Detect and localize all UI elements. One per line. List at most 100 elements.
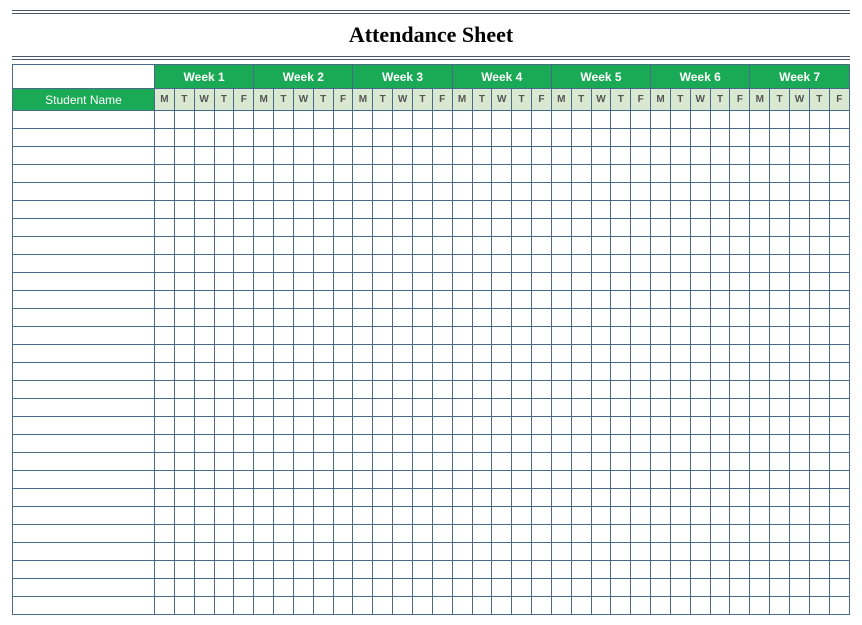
attendance-cell[interactable] xyxy=(611,543,631,561)
attendance-cell[interactable] xyxy=(313,381,333,399)
attendance-cell[interactable] xyxy=(393,435,413,453)
attendance-cell[interactable] xyxy=(551,327,571,345)
attendance-cell[interactable] xyxy=(234,363,254,381)
attendance-cell[interactable] xyxy=(651,309,671,327)
attendance-cell[interactable] xyxy=(492,201,512,219)
attendance-cell[interactable] xyxy=(611,525,631,543)
attendance-cell[interactable] xyxy=(353,561,373,579)
attendance-cell[interactable] xyxy=(353,489,373,507)
attendance-cell[interactable] xyxy=(770,345,790,363)
attendance-cell[interactable] xyxy=(770,471,790,489)
attendance-cell[interactable] xyxy=(174,237,194,255)
attendance-cell[interactable] xyxy=(611,111,631,129)
attendance-cell[interactable] xyxy=(571,579,591,597)
attendance-cell[interactable] xyxy=(651,363,671,381)
attendance-cell[interactable] xyxy=(551,309,571,327)
attendance-cell[interactable] xyxy=(611,345,631,363)
attendance-cell[interactable] xyxy=(254,291,274,309)
student-name-cell[interactable] xyxy=(13,543,155,561)
attendance-cell[interactable] xyxy=(393,183,413,201)
attendance-cell[interactable] xyxy=(254,111,274,129)
attendance-cell[interactable] xyxy=(670,237,690,255)
attendance-cell[interactable] xyxy=(710,381,730,399)
attendance-cell[interactable] xyxy=(690,597,710,615)
attendance-cell[interactable] xyxy=(293,309,313,327)
attendance-cell[interactable] xyxy=(790,417,810,435)
attendance-cell[interactable] xyxy=(670,435,690,453)
attendance-cell[interactable] xyxy=(293,435,313,453)
attendance-cell[interactable] xyxy=(611,327,631,345)
attendance-cell[interactable] xyxy=(750,183,770,201)
attendance-cell[interactable] xyxy=(790,525,810,543)
attendance-cell[interactable] xyxy=(809,327,829,345)
attendance-cell[interactable] xyxy=(710,165,730,183)
attendance-cell[interactable] xyxy=(512,309,532,327)
attendance-cell[interactable] xyxy=(651,183,671,201)
attendance-cell[interactable] xyxy=(790,435,810,453)
attendance-cell[interactable] xyxy=(274,363,294,381)
attendance-cell[interactable] xyxy=(670,363,690,381)
attendance-cell[interactable] xyxy=(829,183,849,201)
attendance-cell[interactable] xyxy=(333,435,353,453)
attendance-cell[interactable] xyxy=(274,147,294,165)
attendance-cell[interactable] xyxy=(432,435,452,453)
attendance-cell[interactable] xyxy=(532,453,552,471)
attendance-cell[interactable] xyxy=(174,111,194,129)
attendance-cell[interactable] xyxy=(373,345,393,363)
student-name-cell[interactable] xyxy=(13,327,155,345)
attendance-cell[interactable] xyxy=(333,273,353,291)
attendance-cell[interactable] xyxy=(512,597,532,615)
attendance-cell[interactable] xyxy=(293,597,313,615)
attendance-cell[interactable] xyxy=(829,147,849,165)
attendance-cell[interactable] xyxy=(393,507,413,525)
attendance-cell[interactable] xyxy=(512,363,532,381)
attendance-cell[interactable] xyxy=(730,561,750,579)
attendance-cell[interactable] xyxy=(571,525,591,543)
attendance-cell[interactable] xyxy=(571,561,591,579)
attendance-cell[interactable] xyxy=(809,399,829,417)
attendance-cell[interactable] xyxy=(551,597,571,615)
attendance-cell[interactable] xyxy=(651,255,671,273)
attendance-cell[interactable] xyxy=(770,579,790,597)
attendance-cell[interactable] xyxy=(611,489,631,507)
attendance-cell[interactable] xyxy=(254,255,274,273)
attendance-cell[interactable] xyxy=(155,417,175,435)
attendance-cell[interactable] xyxy=(591,255,611,273)
attendance-cell[interactable] xyxy=(551,165,571,183)
attendance-cell[interactable] xyxy=(214,237,234,255)
attendance-cell[interactable] xyxy=(274,255,294,273)
attendance-cell[interactable] xyxy=(591,579,611,597)
attendance-cell[interactable] xyxy=(512,579,532,597)
attendance-cell[interactable] xyxy=(194,453,214,471)
attendance-cell[interactable] xyxy=(532,525,552,543)
attendance-cell[interactable] xyxy=(432,273,452,291)
attendance-cell[interactable] xyxy=(730,597,750,615)
attendance-cell[interactable] xyxy=(809,201,829,219)
attendance-cell[interactable] xyxy=(393,345,413,363)
attendance-cell[interactable] xyxy=(571,345,591,363)
attendance-cell[interactable] xyxy=(750,201,770,219)
attendance-cell[interactable] xyxy=(432,525,452,543)
attendance-cell[interactable] xyxy=(373,381,393,399)
attendance-cell[interactable] xyxy=(770,165,790,183)
attendance-cell[interactable] xyxy=(313,147,333,165)
attendance-cell[interactable] xyxy=(750,255,770,273)
student-name-cell[interactable] xyxy=(13,507,155,525)
attendance-cell[interactable] xyxy=(353,543,373,561)
attendance-cell[interactable] xyxy=(770,363,790,381)
attendance-cell[interactable] xyxy=(373,561,393,579)
attendance-cell[interactable] xyxy=(472,183,492,201)
attendance-cell[interactable] xyxy=(750,129,770,147)
attendance-cell[interactable] xyxy=(412,201,432,219)
attendance-cell[interactable] xyxy=(631,183,651,201)
attendance-cell[interactable] xyxy=(730,363,750,381)
attendance-cell[interactable] xyxy=(571,183,591,201)
attendance-cell[interactable] xyxy=(750,111,770,129)
attendance-cell[interactable] xyxy=(254,543,274,561)
attendance-cell[interactable] xyxy=(155,111,175,129)
attendance-cell[interactable] xyxy=(829,561,849,579)
attendance-cell[interactable] xyxy=(770,381,790,399)
attendance-cell[interactable] xyxy=(313,345,333,363)
attendance-cell[interactable] xyxy=(790,129,810,147)
attendance-cell[interactable] xyxy=(393,417,413,435)
